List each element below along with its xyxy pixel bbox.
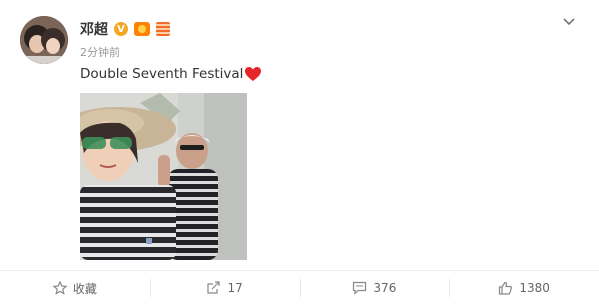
member-badge[interactable]	[134, 22, 150, 36]
verified-v-badge: V	[114, 22, 128, 36]
star-icon	[52, 281, 67, 295]
favorite-button[interactable]: 收藏	[0, 271, 150, 305]
favorite-label: 收藏	[72, 281, 97, 296]
repost-count: 17	[227, 281, 243, 295]
post-time[interactable]: 2分钟前	[80, 44, 120, 60]
comment-count: 376	[373, 281, 397, 295]
repost-button[interactable]: 17	[149, 271, 300, 305]
chevron-down-icon[interactable]	[561, 14, 577, 30]
author-avatar[interactable]	[20, 16, 68, 64]
author-line: 邓超 V	[80, 19, 170, 39]
author-name[interactable]: 邓超	[80, 19, 108, 39]
repost-icon	[206, 281, 221, 295]
post-photo[interactable]	[80, 93, 247, 260]
post-action-bar: 收藏 17 376 1380	[0, 270, 599, 305]
heart-icon	[244, 66, 262, 82]
like-button[interactable]: 1380	[449, 271, 599, 305]
like-count: 1380	[519, 281, 550, 295]
vip-badge[interactable]	[156, 22, 170, 36]
thumbs-up-icon	[498, 281, 513, 295]
comment-icon	[352, 281, 367, 295]
comment-button[interactable]: 376	[299, 271, 450, 305]
post-text: Double Seventh Festival	[80, 66, 262, 82]
post-text-content: Double Seventh Festival	[80, 66, 244, 82]
